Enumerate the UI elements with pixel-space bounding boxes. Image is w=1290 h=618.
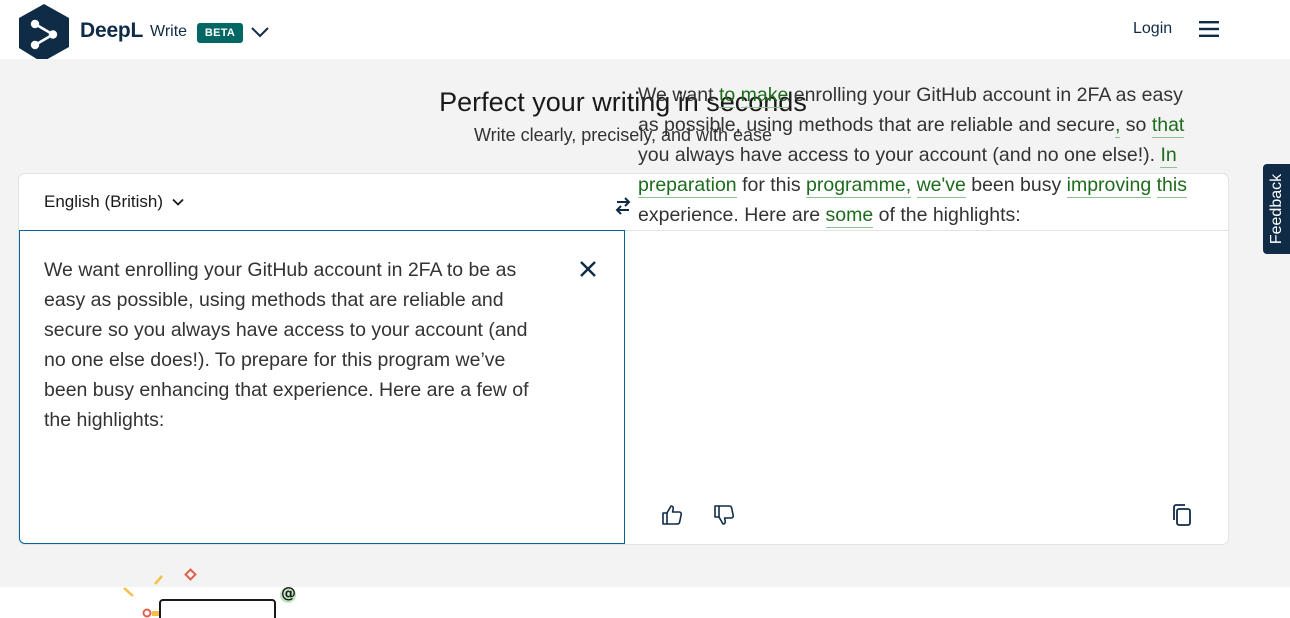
hamburger-menu-icon[interactable] bbox=[1198, 19, 1220, 39]
output-segment: for this bbox=[736, 174, 807, 196]
output-segment bbox=[1151, 174, 1156, 196]
brand-name: DeepL bbox=[80, 19, 144, 42]
input-textarea[interactable]: We want enrolling your GitHub account in… bbox=[44, 255, 554, 435]
language-label: English (British) bbox=[44, 192, 164, 211]
thumbs-down-icon[interactable] bbox=[712, 503, 736, 527]
copy-icon[interactable] bbox=[1171, 503, 1193, 527]
suggested-change[interactable]: make bbox=[740, 84, 789, 108]
output-segment: so bbox=[1120, 114, 1152, 136]
suggested-change[interactable]: that bbox=[1151, 114, 1185, 138]
suggested-change[interactable]: this bbox=[1156, 174, 1187, 198]
input-pane[interactable]: We want enrolling your GitHub account in… bbox=[19, 230, 625, 544]
language-select[interactable]: English (British) bbox=[44, 192, 185, 212]
close-icon[interactable] bbox=[579, 260, 597, 278]
suggested-change[interactable]: programme, bbox=[806, 174, 912, 198]
swap-arrows-icon[interactable] bbox=[613, 196, 633, 216]
thumbs-up-icon[interactable] bbox=[660, 503, 684, 527]
deepl-write-page: DeepL Write BETA Login Perfect your writ… bbox=[0, 0, 1290, 618]
suggested-change[interactable]: we've bbox=[916, 174, 966, 198]
output-segment: experience. Here are bbox=[638, 204, 826, 226]
suggested-change[interactable]: improving bbox=[1066, 174, 1152, 198]
output-text[interactable]: We want to make enrolling your GitHub ac… bbox=[638, 80, 1193, 230]
product-name: Write bbox=[150, 23, 188, 40]
output-segment: We want bbox=[638, 84, 719, 106]
login-link[interactable]: Login bbox=[1133, 20, 1172, 38]
output-segment: you always have access to your account (… bbox=[638, 144, 1161, 166]
suggested-change[interactable]: to bbox=[718, 84, 736, 108]
output-segment bbox=[911, 174, 916, 196]
beta-badge: BETA bbox=[197, 23, 243, 43]
output-segment: been busy bbox=[965, 174, 1067, 196]
suggested-change[interactable]: some bbox=[825, 204, 874, 228]
output-segment: of the highlights: bbox=[873, 204, 1021, 226]
decorative-illustration: @ bbox=[123, 568, 296, 618]
svg-text:@: @ bbox=[281, 584, 296, 602]
feedback-label: Feedback bbox=[1267, 173, 1285, 245]
feedback-tab[interactable]: Feedback bbox=[1263, 164, 1290, 254]
chevron-down-icon[interactable] bbox=[249, 22, 271, 42]
top-header: DeepL Write BETA Login bbox=[0, 0, 1290, 67]
chevron-down-icon bbox=[172, 198, 184, 206]
suggested-change[interactable]: preparation bbox=[638, 174, 737, 198]
output-segment bbox=[735, 84, 740, 106]
suggested-change[interactable]: In bbox=[1160, 144, 1177, 168]
